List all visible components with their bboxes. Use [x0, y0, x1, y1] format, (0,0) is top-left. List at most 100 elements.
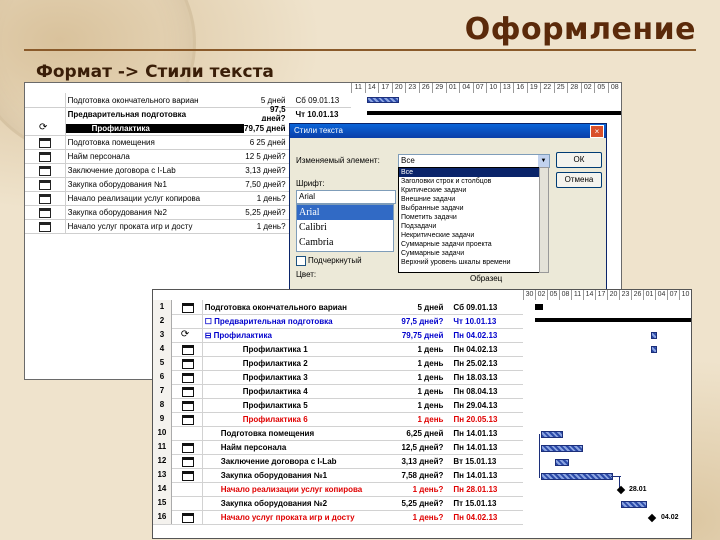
row-indicator — [172, 482, 203, 496]
task-name: ☐ Предварительная подготовка — [204, 316, 333, 326]
font-option[interactable]: Cambria — [297, 235, 393, 250]
row-indicator — [172, 454, 203, 468]
task-start: Вт 15.01.13 — [453, 456, 497, 466]
table-row[interactable]: 13 Закупка оборудования №1 7,58 дней? Пн 14… — [153, 468, 523, 483]
font-list[interactable]: Arial Calibri Cambria — [296, 204, 394, 252]
table-row[interactable]: 8 Профилактика 5 1 день Пн 29.04.13 — [153, 398, 523, 413]
task-name: Найм персонала — [220, 442, 287, 452]
milestone-label: 04.02 — [661, 514, 679, 521]
timescale-label: 23 — [405, 83, 419, 93]
dropdown-option[interactable]: Заголовки строк и столбцов — [399, 177, 539, 186]
timescale-label: 23 — [619, 290, 631, 300]
timescale-label: 04 — [459, 83, 473, 93]
task-duration: 1 день — [417, 358, 444, 368]
item-dropdown-list[interactable]: Все Заголовки строк и столбцов Критические… — [398, 167, 540, 273]
table-row[interactable]: 14 Начало реализации услуг копирова 1 день… — [153, 482, 523, 497]
row-id: 13 — [153, 468, 172, 482]
table-row[interactable]: 6 Профилактика 3 1 день Пн 18.03.13 — [153, 370, 523, 385]
task-duration: 7,50 дней? — [245, 179, 286, 189]
row-id: 9 — [153, 412, 172, 426]
table-row[interactable]: 11 Найм персонала 12,5 дней? Пн 14.01.13 — [153, 440, 523, 455]
dependency-line — [539, 434, 540, 478]
dropdown-option[interactable]: Все — [399, 168, 539, 177]
item-select[interactable]: Все ▼ — [398, 154, 550, 168]
font-option[interactable]: Calibri — [297, 220, 393, 235]
task-name: Закупка оборудования №2 — [220, 498, 328, 508]
row-id: 12 — [153, 454, 172, 468]
task-start: Пн 29.04.13 — [453, 400, 498, 410]
table-row[interactable]: 16 Начало услуг проката игр и досту 1 день… — [153, 510, 523, 525]
row-indicator — [25, 135, 66, 149]
dropdown-option[interactable]: Подзадачи — [399, 222, 539, 231]
timescale-label: 01 — [445, 83, 460, 93]
table-row[interactable]: Предварительная подготовка 97,5 дней? Чт 1… — [25, 105, 351, 123]
dropdown-scrollbar[interactable] — [539, 167, 549, 273]
table-row[interactable]: 3 ⟳ ⊟ Профилактика 79,75 дней Пн 04.02.13 — [153, 328, 523, 343]
font-input[interactable]: Arial — [296, 190, 396, 204]
dropdown-option[interactable]: Критические задачи — [399, 186, 539, 195]
dropdown-option[interactable]: Внешние задачи — [399, 195, 539, 204]
timescale-label: 20 — [391, 83, 406, 93]
task-duration: 5 дней — [417, 302, 444, 312]
table-row[interactable]: 9 Профилактика 6 1 день Пн 20.05.13 — [153, 412, 523, 427]
row-indicator — [25, 219, 66, 233]
cancel-button[interactable]: Отмена — [556, 172, 602, 188]
row-id: 2 — [153, 314, 172, 328]
row-indicator — [25, 205, 66, 219]
underline-checkbox[interactable] — [296, 256, 306, 266]
dropdown-option[interactable]: Суммарные задачи — [399, 249, 539, 258]
milestone-diamond — [647, 513, 657, 523]
table-row[interactable]: 1 Подготовка окончательного вариан 5 дней С… — [153, 300, 523, 315]
task-start: Сб 09.01.13 — [295, 95, 340, 105]
ok-button[interactable]: ОК — [556, 152, 602, 168]
row-indicator — [25, 107, 66, 121]
timescale-label: 25 — [553, 83, 568, 93]
task-name: Начало реализации услуг копирова — [220, 484, 363, 494]
task-name: Закупка оборудования №1 — [67, 179, 167, 189]
dropdown-option[interactable]: Верхний уровень шкалы времени — [399, 258, 539, 267]
slide-title: Оформление — [464, 12, 696, 47]
task-name: Профилактика 4 — [242, 386, 308, 396]
task-name: Профилактика — [65, 123, 245, 133]
dropdown-option[interactable]: Суммарные задачи проекта — [399, 240, 539, 249]
sample-label: Образец — [470, 274, 503, 283]
dropdown-option[interactable]: Некритические задачи — [399, 231, 539, 240]
timescale-label: 30 — [523, 290, 535, 300]
timescale-label: 17 — [595, 290, 607, 300]
table-row[interactable]: 2 ☐ Предварительная подготовка 97,5 дней? Ч… — [153, 314, 523, 329]
table-row[interactable]: 4 Профилактика 1 1 день Пн 04.02.13 — [153, 342, 523, 357]
gantt-bar — [535, 304, 543, 310]
font-label: Шрифт: — [296, 179, 325, 188]
table-row[interactable]: 5 Профилактика 2 1 день Пн 25.02.13 — [153, 356, 523, 371]
task-duration: 79,75 дней — [244, 123, 286, 133]
task-duration: 3,13 дней? — [401, 456, 444, 466]
task-start: Чт 10.01.13 — [295, 109, 339, 119]
task-duration: 5,25 дней? — [401, 498, 444, 508]
dropdown-option[interactable]: Пометить задачи — [399, 213, 539, 222]
timescale-label: 22 — [540, 83, 554, 93]
task-duration: 1 день? — [412, 512, 444, 522]
close-icon[interactable]: × — [590, 125, 604, 138]
font-option[interactable]: Arial — [297, 205, 393, 220]
task-duration: 1 день? — [412, 484, 444, 494]
table-row[interactable]: Подготовка окончательного вариан 5 дней Сб… — [25, 93, 351, 108]
row-indicator — [172, 412, 203, 426]
table-row[interactable]: 10 Подготовка помещения 6,25 дней Пн 14.01.… — [153, 426, 523, 441]
row-id: 16 — [153, 510, 172, 524]
task-start: Пн 14.01.13 — [453, 442, 498, 452]
task-start: Чт 10.01.13 — [453, 316, 497, 326]
task-note-icon — [181, 373, 194, 383]
row-indicator: ⟳ — [172, 328, 203, 342]
table-row[interactable]: 12 Заключение договора с I-Lab 3,13 дней? В… — [153, 454, 523, 469]
row-indicator — [25, 149, 66, 163]
timescale-label: 17 — [378, 83, 392, 93]
row-indicator — [172, 496, 203, 510]
table-row[interactable]: 7 Профилактика 4 1 день Пн 08.04.13 — [153, 384, 523, 399]
task-name: Подготовка помещения — [220, 428, 315, 438]
task-duration: 1 день — [417, 344, 444, 354]
chevron-down-icon[interactable]: ▼ — [538, 155, 549, 167]
table-row[interactable]: 15 Закупка оборудования №2 5,25 дней? Пт 15… — [153, 496, 523, 511]
dropdown-option[interactable]: Выбранные задачи — [399, 204, 539, 213]
row-indicator — [172, 342, 203, 356]
task-name: Начало услуг проката игр и досту — [67, 221, 193, 231]
